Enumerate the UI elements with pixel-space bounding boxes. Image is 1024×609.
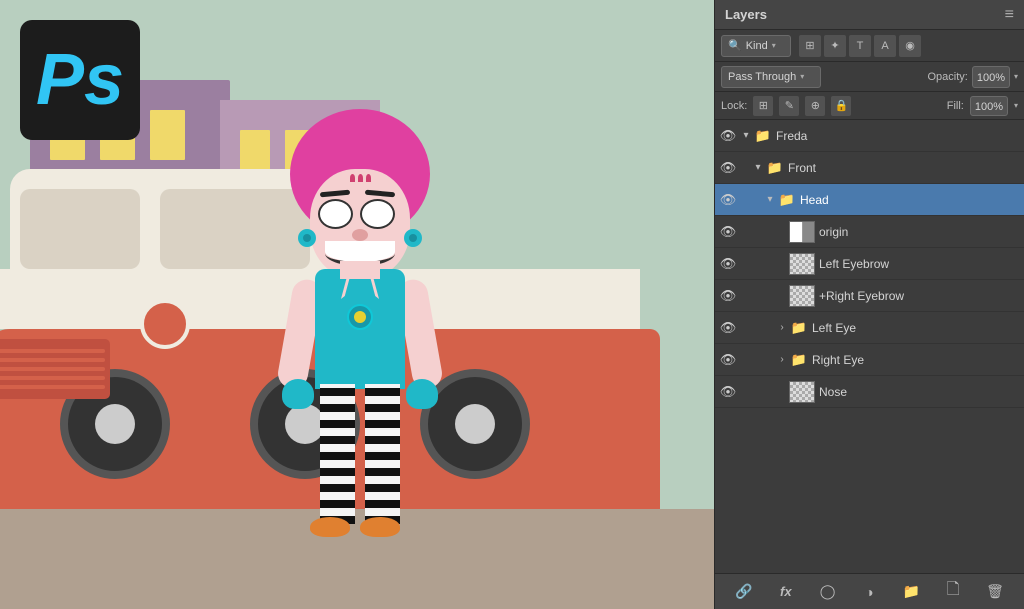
filter-smart-icon[interactable]: ◉ — [899, 35, 921, 57]
fx-icon[interactable]: fx — [775, 581, 797, 603]
folder-icon-freda: 📁 — [753, 128, 773, 144]
kind-dropdown[interactable]: 🔍 Kind ▾ — [721, 35, 791, 57]
blend-mode-dropdown[interactable]: Pass Through ▾ — [721, 66, 821, 88]
panel-title: Layers — [725, 7, 767, 22]
layer-row-nose[interactable]: 👁 Nose — [715, 376, 1024, 408]
panel-footer: 🔗 fx ◯ ◑ 📁 🗋 🗑 — [715, 573, 1024, 609]
char-shoe-left — [310, 517, 350, 537]
filter-adjustment-icon[interactable]: ✦ — [824, 35, 846, 57]
character — [280, 109, 440, 529]
filter-type-icon[interactable]: T — [849, 35, 871, 57]
char-shoe-right — [360, 517, 400, 537]
layer-name-left-eye: Left Eye — [812, 321, 1020, 335]
expand-arrow-head[interactable]: ▾ — [763, 193, 777, 207]
eye-icon-right-eye[interactable]: 👁 — [719, 351, 737, 369]
folder-icon-right-eye: 📁 — [789, 352, 809, 368]
lock-transparent-btn[interactable]: ⊞ — [753, 96, 773, 116]
layer-name-right-eyebrow: +Right Eyebrow — [819, 289, 1020, 303]
delete-layer-icon[interactable]: 🗑 — [984, 581, 1006, 603]
eye-icon-freda[interactable]: 👁 — [719, 127, 737, 145]
opacity-chevron: ▾ — [1014, 72, 1018, 81]
fill-input[interactable]: 100% — [970, 96, 1008, 116]
expand-arrow-freda[interactable]: ▾ — [739, 129, 753, 143]
char-earring-left — [298, 229, 316, 247]
expand-arrow-origin — [775, 225, 789, 239]
eye-icon-head[interactable]: 👁 — [719, 191, 737, 209]
char-earring-right — [404, 229, 422, 247]
panel-menu-icon[interactable]: ≡ — [1005, 6, 1014, 24]
filter-icon-group: ⊞ ✦ T A ◉ — [799, 35, 921, 57]
char-leg-right — [365, 384, 400, 524]
eye-icon-left-eye[interactable]: 👁 — [719, 319, 737, 337]
new-layer-icon[interactable]: 🗋 — [942, 581, 964, 603]
layer-row-front[interactable]: 👁 ▾📁Front — [715, 152, 1024, 184]
layer-thumb-nose — [789, 381, 815, 403]
fill-label: Fill: — [947, 100, 964, 112]
char-neck — [340, 261, 380, 279]
opacity-label: Opacity: — [927, 71, 967, 83]
eye-icon-left-eyebrow[interactable]: 👁 — [719, 255, 737, 273]
blend-opacity-row: Pass Through ▾ Opacity: 100% ▾ — [715, 62, 1024, 92]
filter-pixel-icon[interactable]: ⊞ — [799, 35, 821, 57]
layer-row-head[interactable]: 👁 ▾📁Head — [715, 184, 1024, 216]
layer-row-left-eyebrow[interactable]: 👁 Left Eyebrow — [715, 248, 1024, 280]
lock-image-btn[interactable]: ✎ — [779, 96, 799, 116]
blend-mode-chevron: ▾ — [800, 72, 804, 81]
new-group-icon[interactable]: 📁 — [900, 581, 922, 603]
layer-name-front: Front — [788, 161, 1020, 175]
expand-arrow-right-eye[interactable]: › — [775, 353, 789, 367]
lock-fill-row: Lock: ⊞ ✎ ⊕ 🔒 Fill: 100% ▾ — [715, 92, 1024, 120]
folder-icon-front: 📁 — [765, 160, 785, 176]
folder-icon-left-eye: 📁 — [789, 320, 809, 336]
layer-thumb-origin — [789, 221, 815, 243]
eye-icon-origin[interactable]: 👁 — [719, 223, 737, 241]
layers-list[interactable]: 👁▾📁Freda👁▾📁Front👁▾📁Head👁origin👁Left Eyeb… — [715, 120, 1024, 573]
filter-shape-icon[interactable]: A — [874, 35, 896, 57]
panel-kind-toolbar: 🔍 Kind ▾ ⊞ ✦ T A ◉ — [715, 30, 1024, 62]
layer-thumb-left-eyebrow — [789, 253, 815, 275]
char-leg-left — [320, 384, 355, 524]
eye-icon-front[interactable]: 👁 — [719, 159, 737, 177]
layer-name-freda: Freda — [776, 129, 1020, 143]
char-glove-left — [282, 379, 314, 409]
kind-dropdown-chevron: ▾ — [772, 41, 776, 50]
layer-name-origin: origin — [819, 225, 1020, 239]
expand-arrow-left-eyebrow — [775, 257, 789, 271]
kind-dropdown-label: Kind — [746, 40, 768, 52]
layer-row-origin[interactable]: 👁 origin — [715, 216, 1024, 248]
char-glove-right — [406, 379, 438, 409]
link-layers-icon[interactable]: 🔗 — [733, 581, 755, 603]
layer-thumb-right-eyebrow — [789, 285, 815, 307]
folder-icon-head: 📁 — [777, 192, 797, 208]
layer-row-freda[interactable]: 👁▾📁Freda — [715, 120, 1024, 152]
layer-name-right-eye: Right Eye — [812, 353, 1020, 367]
eye-icon-right-eyebrow[interactable]: 👁 — [719, 287, 737, 305]
layers-panel: Layers ≡ 🔍 Kind ▾ ⊞ ✦ T A ◉ Pass Through… — [714, 0, 1024, 609]
fill-chevron: ▾ — [1014, 101, 1018, 110]
lock-all-btn[interactable]: 🔒 — [831, 96, 851, 116]
layer-name-left-eyebrow: Left Eyebrow — [819, 257, 1020, 271]
char-body — [315, 269, 405, 389]
expand-arrow-front[interactable]: ▾ — [751, 161, 765, 175]
expand-arrow-right-eyebrow — [775, 289, 789, 303]
eye-icon-nose[interactable]: 👁 — [719, 383, 737, 401]
blend-mode-label: Pass Through — [728, 71, 796, 83]
layer-name-nose: Nose — [819, 385, 1020, 399]
expand-arrow-nose — [775, 385, 789, 399]
layer-row-left-eye[interactable]: 👁 ›📁Left Eye — [715, 312, 1024, 344]
layer-name-head: Head — [800, 193, 1020, 207]
opacity-input[interactable]: 100% — [972, 66, 1010, 88]
search-icon: 🔍 — [728, 39, 742, 52]
layer-row-right-eye[interactable]: 👁 ›📁Right Eye — [715, 344, 1024, 376]
lock-label: Lock: — [721, 100, 747, 112]
expand-arrow-left-eye[interactable]: › — [775, 321, 789, 335]
layer-row-right-eyebrow[interactable]: 👁 +Right Eyebrow — [715, 280, 1024, 312]
adjustment-icon[interactable]: ◑ — [858, 581, 880, 603]
panel-header: Layers ≡ — [715, 0, 1024, 30]
add-mask-icon[interactable]: ◯ — [817, 581, 839, 603]
lock-position-btn[interactable]: ⊕ — [805, 96, 825, 116]
ps-logo: Ps — [20, 20, 140, 140]
